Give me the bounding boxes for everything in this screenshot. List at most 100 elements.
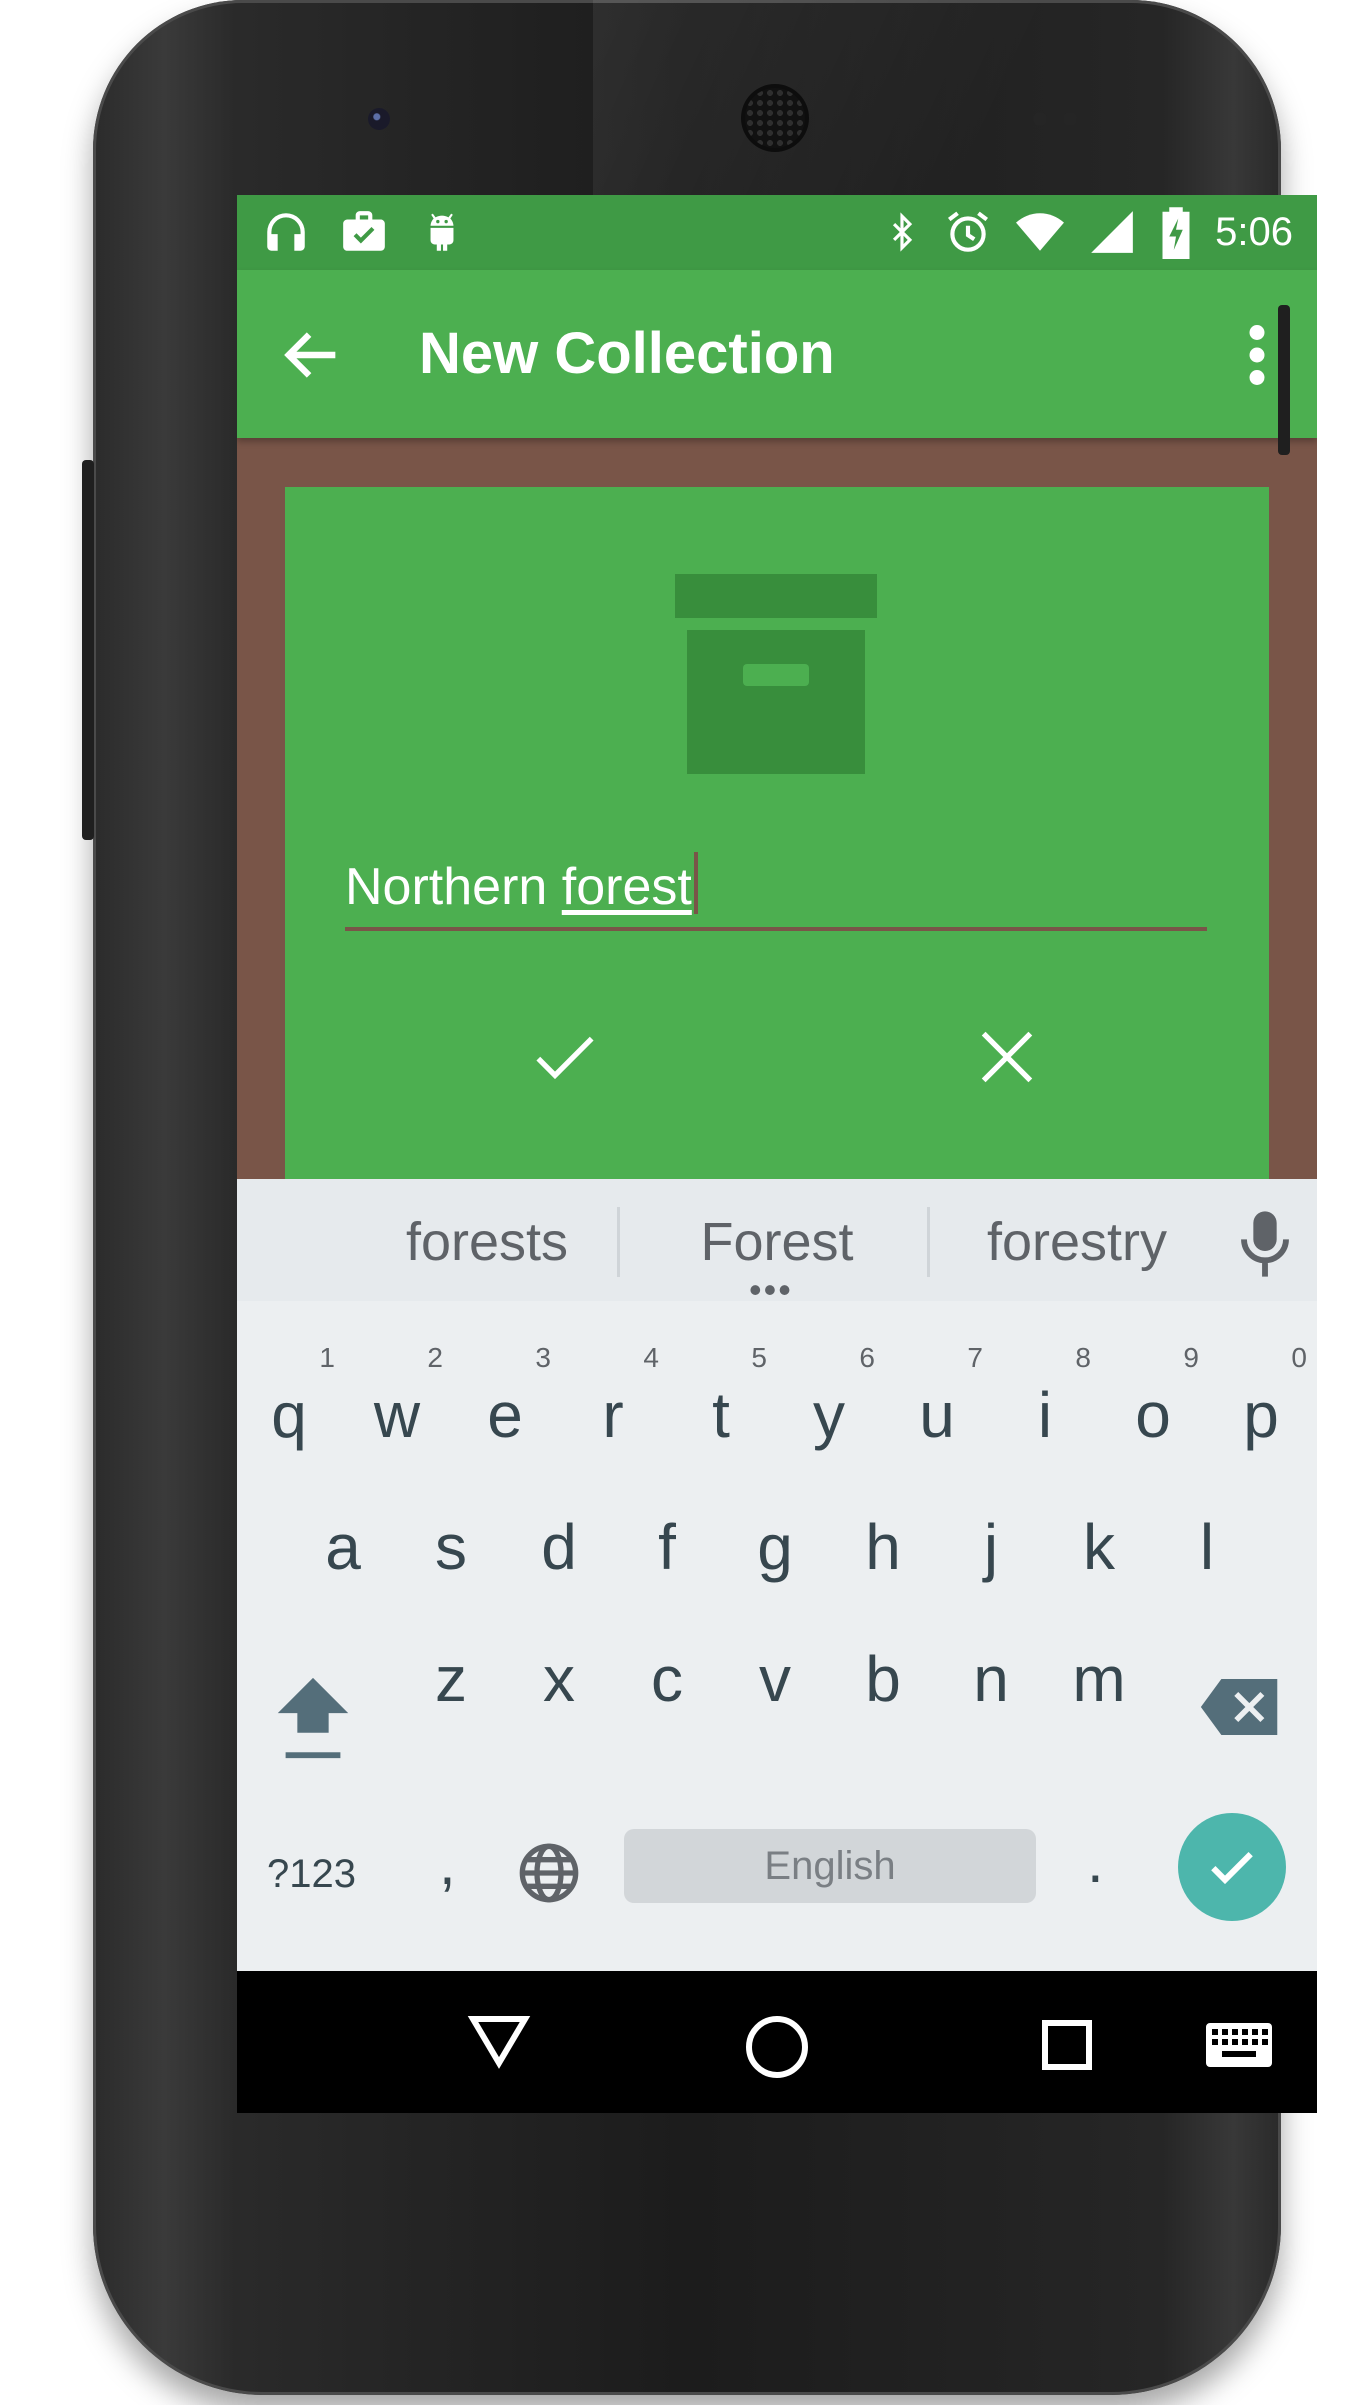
collection-name-input[interactable]: Northern forest	[345, 847, 1207, 931]
suggestion-strip: forests Forest ••• forestry	[237, 1179, 1317, 1308]
key-u[interactable]: u7	[883, 1343, 991, 1455]
key-h[interactable]: h	[829, 1507, 937, 1587]
bluetooth-icon	[893, 212, 913, 252]
key-number-hint: 3	[535, 1342, 551, 1373]
key-number-hint: 5	[751, 1342, 767, 1373]
key-e[interactable]: e3	[451, 1343, 559, 1455]
key-p[interactable]: p0	[1207, 1343, 1315, 1455]
key-label: x	[543, 1643, 575, 1715]
key-z[interactable]: z	[397, 1639, 505, 1719]
suggestion-3[interactable]: forestry	[937, 1207, 1217, 1277]
suggestion-divider	[617, 1207, 620, 1277]
key-label: s	[435, 1511, 467, 1583]
key-v[interactable]: v	[721, 1639, 829, 1719]
page-title: New Collection	[419, 321, 835, 386]
key-j[interactable]: j	[937, 1507, 1045, 1587]
work-briefcase-icon	[343, 211, 385, 251]
key-number-hint: 2	[427, 1342, 443, 1373]
app-bar: New Collection	[237, 270, 1317, 438]
battery-charging-icon	[1162, 207, 1190, 259]
suggestion-divider	[927, 1207, 930, 1277]
key-label: f	[658, 1511, 676, 1583]
input-text: Northern	[345, 858, 562, 916]
phone-frame: 5:06 New Collection Northern forest fore…	[93, 0, 1317, 2395]
cell-signal-icon	[1091, 211, 1133, 253]
globe-language-icon[interactable]	[517, 1841, 581, 1905]
status-bar: 5:06	[237, 195, 1317, 270]
recents-square-icon[interactable]	[1039, 2017, 1095, 2073]
key-g[interactable]: g	[721, 1507, 829, 1587]
volume-rocker	[82, 460, 94, 840]
key-label: a	[325, 1511, 361, 1583]
back-arrow-icon[interactable]	[277, 320, 347, 390]
key-d[interactable]: d	[505, 1507, 613, 1587]
navigation-bar	[237, 1971, 1317, 2113]
earpiece-speaker	[745, 88, 805, 148]
key-r[interactable]: r4	[559, 1343, 667, 1455]
headphones-icon	[267, 213, 305, 251]
microphone-icon[interactable]	[1237, 1209, 1293, 1279]
key-q[interactable]: q1	[237, 1343, 343, 1455]
key-o[interactable]: o9	[1099, 1343, 1207, 1455]
more-vert-icon[interactable]	[1237, 320, 1277, 390]
comma-key[interactable]: ,	[439, 1829, 456, 1899]
light-sensor	[1063, 112, 1077, 126]
shift-key-icon[interactable]	[273, 1674, 353, 1764]
key-n[interactable]: n	[937, 1639, 1045, 1719]
suggestion-1[interactable]: forests	[357, 1207, 617, 1277]
key-s[interactable]: s	[397, 1507, 505, 1587]
key-label: e	[487, 1379, 523, 1451]
key-m[interactable]: m	[1045, 1639, 1153, 1719]
key-label: g	[757, 1511, 793, 1583]
period-key[interactable]: .	[1087, 1827, 1104, 1897]
key-l[interactable]: l	[1153, 1507, 1261, 1587]
key-number-hint: 9	[1183, 1342, 1199, 1373]
key-number-hint: 7	[967, 1342, 983, 1373]
key-number-hint: 8	[1075, 1342, 1091, 1373]
key-label: d	[541, 1511, 577, 1583]
key-y[interactable]: y6	[775, 1343, 883, 1455]
key-label: h	[865, 1511, 901, 1583]
space-key[interactable]: English	[624, 1829, 1036, 1903]
symbols-key[interactable]: ?123	[267, 1839, 356, 1909]
key-label: t	[712, 1379, 730, 1451]
keyboard-switch-icon[interactable]	[1206, 2023, 1272, 2067]
suggestion-2[interactable]: Forest	[627, 1207, 927, 1277]
key-label: n	[973, 1643, 1009, 1715]
key-f[interactable]: f	[613, 1507, 721, 1587]
key-b[interactable]: b	[829, 1639, 937, 1719]
key-number-hint: 0	[1291, 1342, 1307, 1373]
key-number-hint: 1	[319, 1342, 335, 1373]
key-label: i	[1037, 1379, 1053, 1451]
key-w[interactable]: w2	[343, 1343, 451, 1455]
key-label: k	[1083, 1511, 1115, 1583]
key-label: q	[271, 1379, 307, 1451]
key-k[interactable]: k	[1045, 1507, 1153, 1587]
more-suggestions-dots[interactable]: •••	[749, 1272, 793, 1308]
key-t[interactable]: t5	[667, 1343, 775, 1455]
key-label: l	[1199, 1511, 1215, 1583]
key-x[interactable]: x	[505, 1639, 613, 1719]
key-i[interactable]: i8	[991, 1343, 1099, 1455]
alarm-icon	[948, 211, 989, 252]
back-triangle-icon[interactable]	[467, 2013, 531, 2069]
key-label: u	[919, 1379, 955, 1451]
key-label: b	[865, 1643, 901, 1715]
key-a[interactable]: a	[289, 1507, 397, 1587]
confirm-check-icon[interactable]	[525, 1017, 605, 1097]
key-label: z	[435, 1643, 467, 1715]
key-label: v	[759, 1643, 791, 1715]
key-label: c	[651, 1643, 683, 1715]
wifi-icon	[1016, 213, 1065, 251]
backspace-key-icon[interactable]	[1199, 1677, 1281, 1737]
key-label: r	[602, 1379, 624, 1451]
key-label: y	[813, 1379, 845, 1451]
key-c[interactable]: c	[613, 1639, 721, 1719]
cancel-close-icon[interactable]	[967, 1017, 1047, 1097]
home-circle-icon[interactable]	[743, 2013, 811, 2081]
screen: 5:06 New Collection Northern forest fore…	[237, 195, 1317, 2113]
enter-done-key[interactable]	[1178, 1813, 1286, 1921]
android-debug-icon	[430, 213, 454, 251]
soft-keyboard: forests Forest ••• forestry q1w2e3r4t5y6…	[237, 1179, 1317, 1971]
proximity-sensor	[1033, 112, 1047, 126]
